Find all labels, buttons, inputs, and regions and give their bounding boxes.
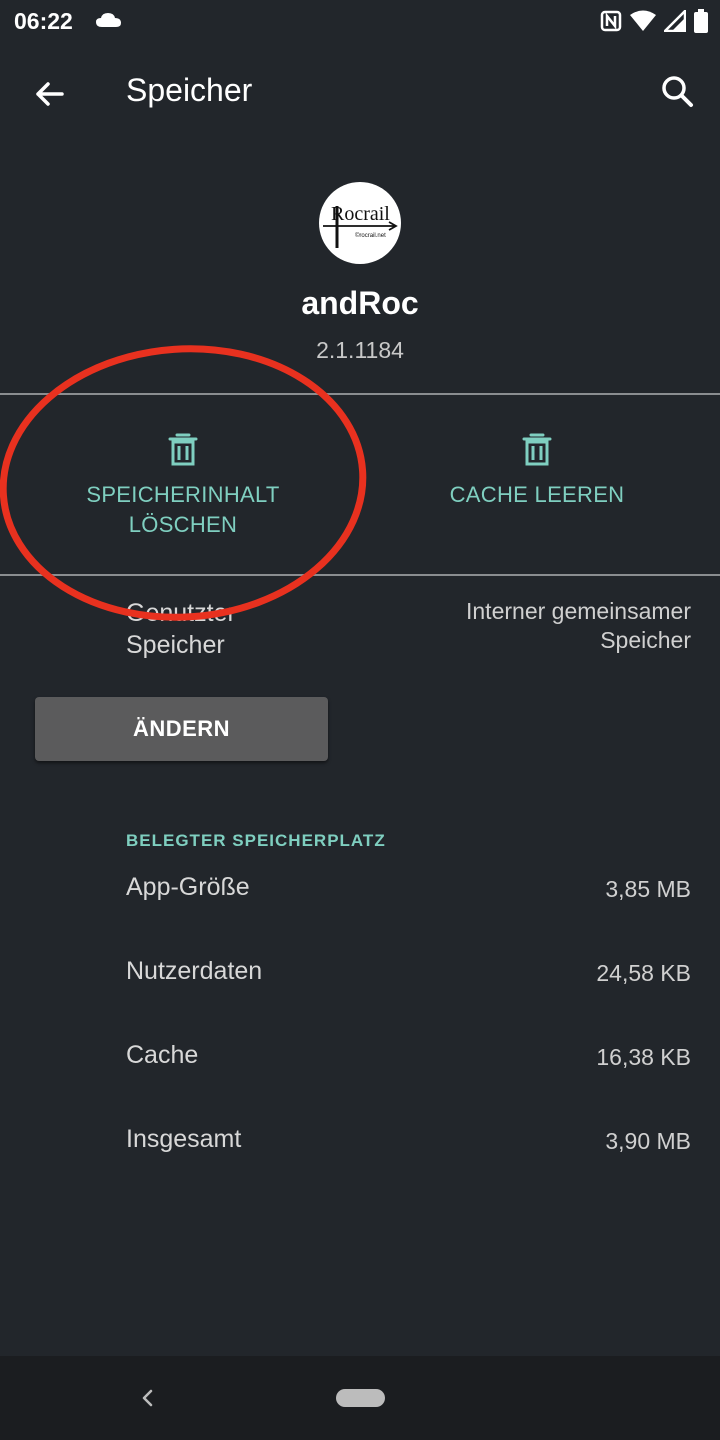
app-version: 2.1.1184 — [316, 337, 404, 363]
used-storage-label: Genutzter Speicher — [126, 599, 236, 659]
navigation-bar — [0, 1356, 720, 1440]
total-label: Insgesamt — [126, 1125, 242, 1153]
total-value: 3,90 MB — [605, 1128, 691, 1154]
change-button[interactable]: ÄNDERN — [35, 697, 328, 761]
app-icon-text: Rocrail — [331, 203, 390, 225]
app-icon-subtext: ©rocrail.net — [355, 232, 386, 239]
cloud-icon — [96, 12, 122, 33]
status-bar: 06:22 — [0, 0, 720, 44]
status-icons — [600, 7, 708, 38]
chevron-left-icon — [142, 1389, 153, 1407]
nav-back-button[interactable] — [138, 1388, 158, 1408]
page-title: Speicher — [126, 72, 253, 108]
cache-label: Cache — [126, 1041, 199, 1069]
app-name: andRoc — [301, 285, 419, 321]
user-data-value: 24,58 KB — [596, 960, 691, 986]
arrow-back-icon — [36, 82, 64, 106]
app-size-label: App-Größe — [126, 873, 250, 901]
search-button[interactable] — [658, 72, 698, 112]
app-bar: Speicher — [0, 44, 720, 140]
app-icon: Rocrail ©rocrail.net — [319, 182, 401, 264]
trash-icon — [522, 433, 552, 466]
signal-icon — [661, 7, 687, 37]
nav-home-button[interactable] — [336, 1389, 385, 1407]
battery-icon — [694, 9, 708, 38]
cache-value: 16,38 KB — [596, 1044, 691, 1070]
nfc-icon — [600, 10, 622, 37]
app-size-value: 3,85 MB — [605, 876, 691, 902]
section-header: BELEGTER SPEICHERPLATZ — [126, 831, 386, 850]
status-time: 06:22 — [14, 8, 73, 34]
clear-cache-label: CACHE LEEREN — [449, 482, 625, 507]
wifi-icon — [630, 10, 656, 37]
user-data-label: Nutzerdaten — [126, 957, 263, 985]
clear-cache-button[interactable]: CACHE LEEREN — [394, 395, 680, 575]
clear-storage-label: SPEICHERINHALT LÖSCHEN — [86, 482, 280, 537]
trash-icon — [168, 433, 198, 466]
search-icon — [662, 76, 693, 107]
back-button[interactable] — [30, 74, 70, 114]
divider — [0, 574, 720, 576]
clear-storage-button[interactable]: SPEICHERINHALT LÖSCHEN — [40, 395, 326, 575]
used-storage-value: Interner gemeinsamer Speicher — [466, 598, 691, 653]
